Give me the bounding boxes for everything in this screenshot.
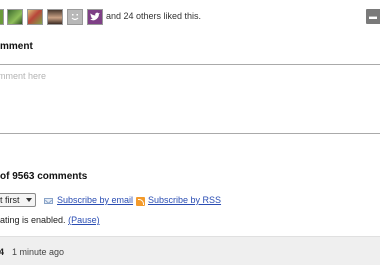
- likes-summary: and 24 others liked this.: [106, 11, 202, 21]
- add-comment-heading: mment: [0, 41, 33, 52]
- sort-select[interactable]: t first: [0, 193, 36, 207]
- liker-avatar[interactable]: [27, 9, 43, 25]
- likes-bar: and 24 others liked this. ▬: [0, 9, 380, 31]
- email-icon: [44, 198, 53, 204]
- chevron-down-icon: [26, 198, 32, 202]
- twitter-bird-icon: [90, 12, 100, 21]
- comment-input[interactable]: [0, 68, 374, 128]
- comments-count: of 9563 comments: [0, 171, 88, 182]
- liker-avatar[interactable]: [0, 9, 4, 25]
- realtime-text: ating is enabled.: [0, 215, 66, 225]
- liker-avatar[interactable]: [47, 9, 63, 25]
- share-icon: ▬: [369, 12, 377, 21]
- pause-link[interactable]: (Pause): [68, 215, 100, 225]
- comment-header: 24 1 minute ago: [0, 236, 380, 265]
- realtime-status: ating is enabled. (Pause): [0, 215, 100, 225]
- comment-author[interactable]: 24: [0, 247, 4, 257]
- liker-avatar-twitter[interactable]: [87, 9, 103, 25]
- comment-box: [0, 64, 380, 134]
- smiley-icon: [71, 14, 79, 21]
- comment-timestamp[interactable]: 1 minute ago: [12, 247, 64, 257]
- subscribe-rss-link[interactable]: Subscribe by RSS: [148, 195, 221, 205]
- subscribe-email-link[interactable]: Subscribe by email: [57, 195, 133, 205]
- rss-icon: [136, 197, 145, 206]
- liker-avatar[interactable]: [7, 9, 23, 25]
- liker-avatar-default[interactable]: [67, 9, 83, 25]
- share-button[interactable]: ▬: [366, 9, 380, 24]
- sort-selected-value: t first: [0, 195, 20, 205]
